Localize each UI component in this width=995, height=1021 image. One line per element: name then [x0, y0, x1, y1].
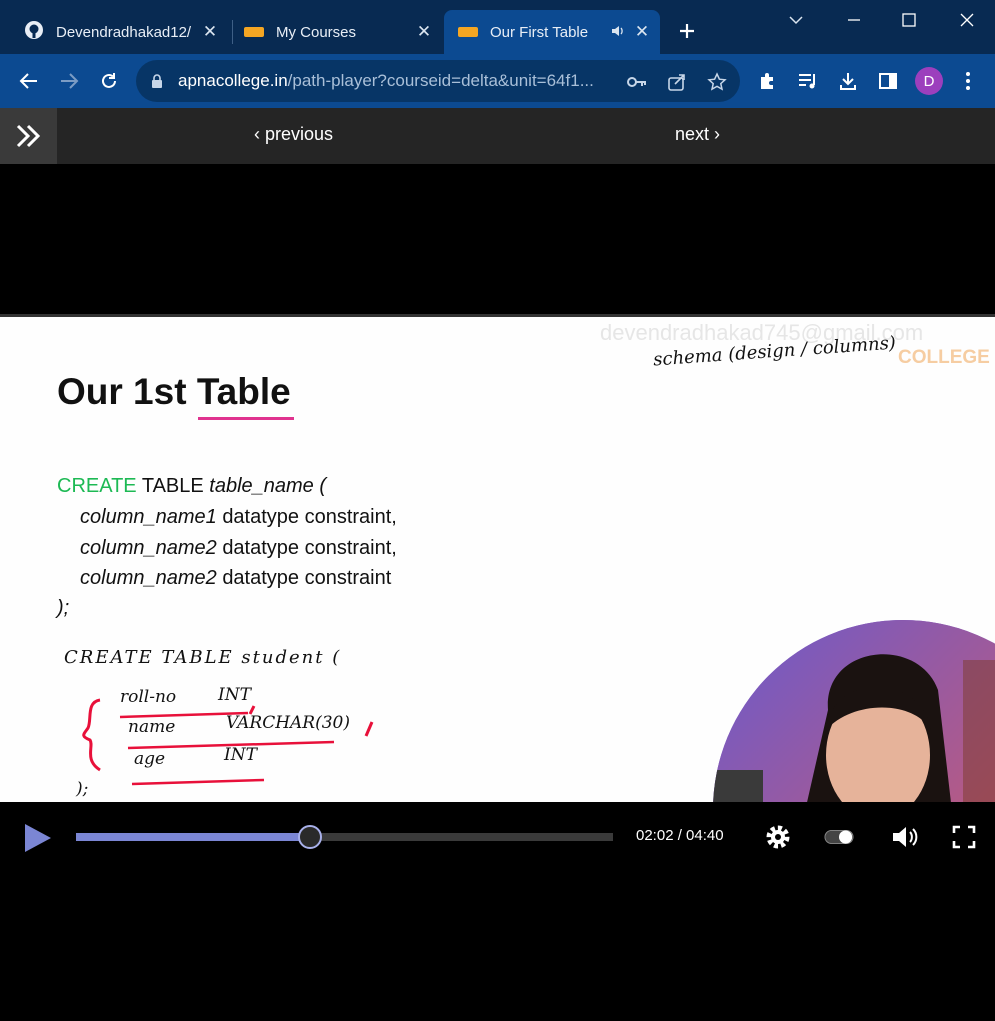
- code-line-5: );: [57, 597, 69, 620]
- college-favicon-icon: [458, 27, 478, 37]
- code-line-1: CREATE TABLE table_name (: [57, 475, 326, 498]
- code-line-3: column_name2 datatype constraint,: [80, 537, 397, 560]
- url-host: apnacollege.in: [178, 71, 288, 90]
- download-icon[interactable]: [835, 68, 861, 94]
- progress-scrubber[interactable]: [298, 825, 323, 849]
- media-control-icon[interactable]: [795, 68, 821, 94]
- github-icon: [24, 20, 44, 44]
- brand-watermark: COLLEGE: [898, 347, 990, 368]
- presenter-webcam: [713, 620, 995, 802]
- url-path: /path-player?courseid=delta&unit=64f1...: [287, 71, 594, 90]
- handwritten-column-type: VARCHAR(30): [226, 713, 351, 733]
- tab-our-first-table[interactable]: Our First Table ✕: [444, 10, 660, 54]
- handwritten-column-type: INT: [218, 685, 251, 705]
- back-button[interactable]: [14, 66, 44, 96]
- progress-bar[interactable]: [76, 825, 613, 849]
- video-frame-slide: devendradhakad745@gmail.com COLLEGE sche…: [0, 314, 995, 802]
- column-placeholder: column_name2: [80, 537, 217, 559]
- previous-label: previous: [265, 124, 334, 144]
- tab-label: Our First Table: [490, 23, 589, 41]
- column-placeholder: column_name1: [80, 506, 217, 528]
- browser-toolbar: apnacollege.in/path-player?courseid=delt…: [0, 54, 995, 108]
- tab-label: Devendradhakad12/: [56, 23, 192, 41]
- profile-avatar[interactable]: D: [915, 67, 943, 95]
- next-lesson-button[interactable]: next ›: [675, 124, 720, 145]
- fullscreen-icon[interactable]: [949, 822, 979, 852]
- handwritten-closing: );: [76, 779, 89, 799]
- close-tab-icon[interactable]: ✕: [200, 22, 220, 42]
- code-line-4: column_name2 datatype constraint: [80, 567, 391, 590]
- autoplay-toggle-icon[interactable]: [824, 822, 854, 852]
- previous-lesson-button[interactable]: ‹ previous: [254, 124, 333, 145]
- closing-paren: );: [57, 597, 70, 619]
- column-definition: datatype constraint,: [222, 537, 397, 559]
- handwritten-create-statement: CREATE TABLE student (: [64, 647, 342, 668]
- close-tab-icon[interactable]: ✕: [632, 22, 652, 42]
- handwritten-column-name: age: [134, 749, 166, 769]
- title-underline: [198, 417, 294, 420]
- progress-fill: [76, 833, 311, 841]
- kebab-menu-icon[interactable]: [955, 68, 981, 94]
- sidebar-toggle-button[interactable]: [0, 108, 57, 164]
- share-icon[interactable]: [666, 71, 688, 93]
- column-placeholder: column_name2: [80, 567, 217, 589]
- handwritten-column-name: roll-no: [120, 687, 177, 707]
- next-label: next: [675, 124, 710, 144]
- keyword-create: CREATE: [57, 475, 137, 497]
- double-chevron-right-icon: [16, 124, 40, 148]
- address-bar[interactable]: apnacollege.in/path-player?courseid=delt…: [136, 60, 740, 102]
- settings-gear-icon[interactable]: [763, 822, 793, 852]
- table-name-placeholder: table_name (: [209, 475, 327, 497]
- forward-button[interactable]: [54, 66, 84, 96]
- handwritten-column-type: INT: [224, 745, 257, 765]
- video-controls: 02:02 / 04:40: [0, 802, 995, 872]
- time-display: 02:02 / 04:40: [636, 827, 724, 844]
- lock-icon[interactable]: [150, 73, 164, 94]
- extensions-icon[interactable]: [755, 68, 781, 94]
- close-tab-icon[interactable]: ✕: [414, 22, 434, 42]
- column-definition: datatype constraint: [222, 567, 392, 589]
- chevron-left-icon: ‹: [254, 124, 265, 144]
- college-favicon-icon: [244, 27, 264, 37]
- play-icon: [25, 824, 51, 852]
- code-line-2: column_name1 datatype constraint,: [80, 506, 397, 529]
- video-player[interactable]: devendradhakad745@gmail.com COLLEGE sche…: [0, 164, 995, 1021]
- audio-playing-icon[interactable]: [610, 23, 626, 43]
- tab-my-courses[interactable]: My Courses ✕: [230, 10, 442, 54]
- lesson-navigation-bar: ‹ previous next ›: [0, 108, 995, 164]
- tab-github[interactable]: Devendradhakad12/ ✕: [10, 10, 228, 54]
- window-close-icon[interactable]: [947, 6, 987, 34]
- side-panel-icon[interactable]: [875, 68, 901, 94]
- volume-icon[interactable]: [891, 822, 921, 852]
- minimize-icon[interactable]: [834, 6, 874, 34]
- reload-button[interactable]: [94, 66, 124, 96]
- maximize-icon[interactable]: [889, 6, 929, 34]
- url-text[interactable]: apnacollege.in/path-player?courseid=delt…: [178, 71, 618, 91]
- keyword-table: TABLE: [141, 475, 204, 497]
- tab-search-icon[interactable]: [776, 6, 816, 34]
- slide-title: Our 1st Table: [57, 371, 291, 412]
- bookmark-star-icon[interactable]: [706, 71, 728, 93]
- new-tab-button[interactable]: [674, 18, 700, 44]
- play-button[interactable]: [22, 822, 52, 859]
- tab-strip: Devendradhakad12/ ✕ My Courses ✕ Our Fir…: [0, 0, 995, 54]
- handwritten-column-name: name: [128, 717, 176, 737]
- chevron-right-icon: ›: [709, 124, 721, 144]
- tab-label: My Courses: [276, 23, 357, 41]
- key-icon[interactable]: [626, 71, 648, 93]
- column-definition: datatype constraint,: [222, 506, 397, 528]
